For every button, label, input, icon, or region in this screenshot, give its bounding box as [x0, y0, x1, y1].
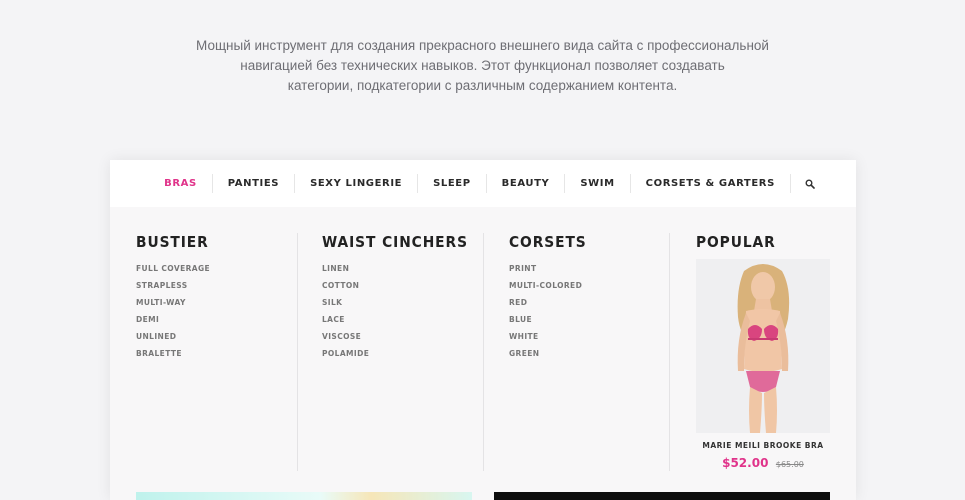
menu-link[interactable]: VISCOSE: [322, 328, 482, 345]
intro-line-3: категории, подкатегории с различным соде…: [287, 78, 678, 93]
menu-link[interactable]: GREEN: [509, 345, 669, 362]
current-price: $52.00: [722, 456, 769, 470]
mega-menu-panel: BRAS PANTIES SEXY LINGERIE SLEEP BEAUTY …: [110, 160, 856, 500]
top-navigation: BRAS PANTIES SEXY LINGERIE SLEEP BEAUTY …: [110, 160, 856, 207]
popular-title: POPULAR: [696, 233, 776, 251]
product-name[interactable]: MARIE MEILI BROOKE BRA: [696, 441, 830, 450]
nav-item-panties[interactable]: PANTIES: [213, 174, 296, 193]
menu-link[interactable]: RED: [509, 294, 669, 311]
menu-link[interactable]: MULTI-WAY: [136, 294, 296, 311]
menu-link[interactable]: STRAPLESS: [136, 277, 296, 294]
banner-image-right[interactable]: [494, 492, 830, 500]
nav-item-sleep[interactable]: SLEEP: [418, 174, 487, 193]
intro-text: Мощный инструмент для создания прекрасно…: [0, 36, 965, 96]
nav-item-corsets-garters[interactable]: CORSETS & GARTERS: [631, 174, 791, 193]
menu-link[interactable]: LINEN: [322, 260, 482, 277]
menu-link[interactable]: FULL COVERAGE: [136, 260, 296, 277]
dropdown-content: BUSTIER FULL COVERAGE STRAPLESS MULTI-WA…: [110, 207, 856, 500]
column-popular: POPULAR: [696, 233, 856, 260]
column-divider: [297, 233, 298, 471]
column-corsets: CORSETS PRINT MULTI-COLORED RED BLUE WHI…: [509, 233, 669, 362]
product-image[interactable]: [696, 259, 830, 433]
menu-link[interactable]: PRINT: [509, 260, 669, 277]
column-title[interactable]: WAIST CINCHERS: [322, 233, 469, 251]
column-divider: [483, 233, 484, 471]
column-divider: [669, 233, 670, 471]
product-price: $52.00 $65.00: [696, 454, 830, 472]
intro-line-1: Мощный инструмент для создания прекрасно…: [196, 38, 769, 53]
column-links: LINEN COTTON SILK LACE VISCOSE POLAMIDE: [322, 260, 482, 362]
menu-link[interactable]: POLAMIDE: [322, 345, 482, 362]
column-links: PRINT MULTI-COLORED RED BLUE WHITE GREEN: [509, 260, 669, 362]
column-title[interactable]: CORSETS: [509, 233, 656, 251]
column-waist-cinchers: WAIST CINCHERS LINEN COTTON SILK LACE VI…: [322, 233, 482, 362]
nav-item-swim[interactable]: SWIM: [565, 174, 631, 193]
column-title[interactable]: BUSTIER: [136, 233, 283, 251]
menu-link[interactable]: WHITE: [509, 328, 669, 345]
menu-link[interactable]: UNLINED: [136, 328, 296, 345]
menu-link[interactable]: COTTON: [322, 277, 482, 294]
nav-item-sexy-lingerie[interactable]: SEXY LINGERIE: [295, 174, 419, 193]
menu-link[interactable]: DEMI: [136, 311, 296, 328]
menu-link[interactable]: LACE: [322, 311, 482, 328]
column-links: FULL COVERAGE STRAPLESS MULTI-WAY DEMI U…: [136, 260, 296, 362]
nav-item-bras[interactable]: BRAS: [149, 174, 213, 193]
search-icon[interactable]: [791, 174, 817, 193]
old-price: $65.00: [775, 460, 804, 469]
banner-image-left[interactable]: [136, 492, 472, 500]
menu-link[interactable]: BRALETTE: [136, 345, 296, 362]
menu-link[interactable]: BLUE: [509, 311, 669, 328]
menu-link[interactable]: MULTI-COLORED: [509, 277, 669, 294]
nav-item-beauty[interactable]: BEAUTY: [487, 174, 566, 193]
menu-link[interactable]: SILK: [322, 294, 482, 311]
column-bustier: BUSTIER FULL COVERAGE STRAPLESS MULTI-WA…: [136, 233, 296, 362]
intro-line-2: навигацией без технических навыков. Этот…: [240, 58, 725, 73]
